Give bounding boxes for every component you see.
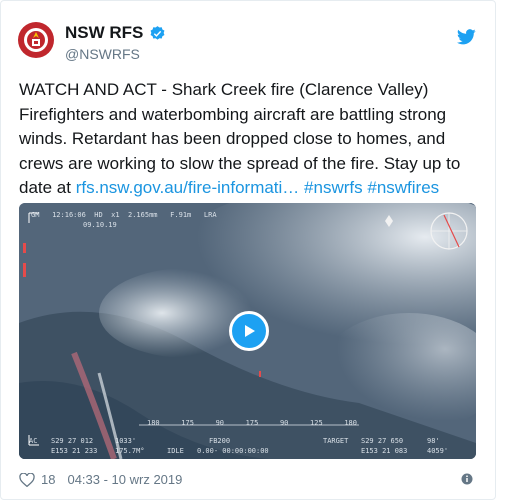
hud-ac-lat: S29 27 012 <box>51 437 94 445</box>
twitter-bird-icon[interactable] <box>457 29 476 45</box>
like-button[interactable]: 18 <box>19 472 55 487</box>
tweet-card[interactable]: NSW RFS @NSWRFS WATCH AND ACT - Shark Cr… <box>0 0 496 500</box>
author-handle[interactable]: @NSWRFS <box>65 46 140 62</box>
hud-ac-alt: 1033' <box>115 437 137 445</box>
hud-top-row: GM 12:16:06 HD x1 2.165mm F.91m LRA <box>31 211 217 219</box>
hud-target-lon: E153 21 083 <box>361 447 408 455</box>
hud-target-range: 98' <box>427 437 440 445</box>
play-icon <box>245 325 255 337</box>
hud-fb: FB200 <box>209 437 231 445</box>
play-button[interactable] <box>229 311 269 351</box>
avatar[interactable] <box>18 22 54 58</box>
hashtag-nswrfs[interactable]: #nswrfs <box>304 178 363 197</box>
tweet-link[interactable]: rfs.nsw.gov.au/fire-informati… <box>76 178 300 197</box>
author-name[interactable]: NSW RFS <box>65 23 143 43</box>
hud-target-alt: 4059' <box>427 447 449 455</box>
author-name-row[interactable]: NSW RFS <box>65 23 166 43</box>
tweet-text: WATCH AND ACT - Shark Creek fire (Claren… <box>19 78 489 201</box>
heart-icon <box>19 472 35 487</box>
tweet-footer: 18 04:33 - 10 wrz 2019 <box>19 472 182 487</box>
nsw-rfs-logo-icon <box>24 28 48 52</box>
hud-target-lat: S29 27 650 <box>361 437 404 445</box>
hud-scale-ticks: 180 175 90 175 90 125 180 <box>147 419 357 427</box>
hud-ac-heading: 175.7M° <box>115 447 145 455</box>
hud-zeros: 0.00- 00:00:00:00 <box>197 447 269 455</box>
hashtag-nswfires[interactable]: #nswfires <box>367 178 439 197</box>
hud-target-label: TARGET <box>323 437 349 445</box>
verified-badge-icon <box>150 25 165 40</box>
info-icon[interactable] <box>461 473 473 485</box>
hud-date: 09.10.19 <box>83 221 117 229</box>
hud-ac-lon: E153 21 233 <box>51 447 98 455</box>
hud-ac-label: AC <box>29 437 38 445</box>
hud-mode: IDLE <box>167 447 184 455</box>
tweet-timestamp[interactable]: 04:33 - 10 wrz 2019 <box>67 472 182 487</box>
like-count: 18 <box>41 472 56 487</box>
video-player[interactable]: GM 12:16:06 HD x1 2.165mm F.91m LRA 09.1… <box>19 203 476 459</box>
